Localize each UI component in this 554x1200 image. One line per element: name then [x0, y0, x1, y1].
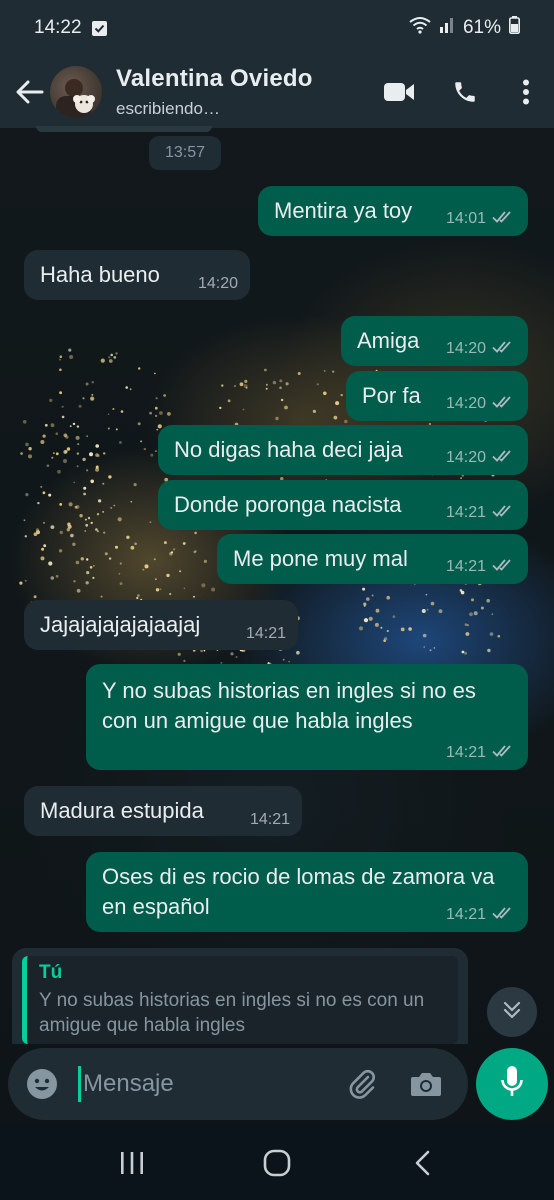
contact-status: escribiendo…: [116, 99, 220, 118]
mic-button[interactable]: [476, 1048, 548, 1120]
read-ticks-icon: [492, 449, 516, 467]
time-chip: 13:57: [149, 136, 221, 170]
message-time: 14:20: [445, 340, 486, 357]
text-caret: [78, 1066, 81, 1102]
message-bubble-outgoing[interactable]: Me pone muy mal 14:21: [217, 534, 528, 584]
phone-call-icon[interactable]: [432, 62, 498, 122]
message-text: Amiga: [357, 328, 420, 353]
double-chevron-down-icon: [501, 999, 523, 1026]
avatar[interactable]: [50, 66, 102, 118]
message-text: Donde poronga nacista: [174, 492, 402, 517]
message-text: Mentira ya toy: [274, 198, 413, 223]
message-time: 14:20: [445, 449, 486, 466]
message-time: 14:21: [249, 811, 290, 828]
contact-info[interactable]: Valentina Oviedo escribiendo…: [116, 65, 313, 119]
message-time: 14:21: [445, 744, 486, 761]
message-text: Me pone muy mal: [233, 546, 408, 571]
chat-header: Valentina Oviedo escribiendo…: [0, 56, 554, 128]
message-bubble-outgoing[interactable]: Donde poronga nacista 14:21: [158, 480, 528, 530]
message-text: Jajajajajajajaajaj: [40, 612, 201, 637]
message-text: Haha bueno: [40, 262, 160, 287]
message-bubble-incoming[interactable]: Jajajajajajajaajaj 14:21: [24, 600, 298, 650]
read-ticks-icon: [492, 906, 516, 924]
message-bubble-outgoing[interactable]: Mentira ya toy 14:01: [258, 186, 528, 236]
system-nav-bar: [0, 1126, 554, 1200]
mic-icon: [500, 1065, 524, 1104]
status-bar: 14:22 61%: [0, 0, 554, 56]
attach-icon[interactable]: [336, 1058, 388, 1110]
message-bubble-outgoing[interactable]: Oses di es rocio de lomas de zamora va e…: [86, 852, 528, 932]
message-time: 14:21: [245, 625, 286, 642]
notification-check-icon: [91, 20, 107, 36]
message-text: Oses di es rocio de lomas de zamora va e…: [102, 864, 495, 919]
message-text: Madura estupida: [40, 798, 204, 823]
message-time: 14:20: [197, 275, 238, 292]
message-composer: [8, 1048, 468, 1120]
read-ticks-icon: [492, 744, 516, 762]
video-call-icon[interactable]: [366, 62, 432, 122]
camera-icon[interactable]: [400, 1058, 452, 1110]
read-ticks-icon: [492, 558, 516, 576]
back-nav-icon[interactable]: [382, 1133, 462, 1193]
battery-icon: [509, 16, 520, 40]
recent-apps-icon[interactable]: [92, 1133, 172, 1193]
more-options-icon[interactable]: [498, 62, 554, 122]
message-input[interactable]: [83, 1070, 333, 1098]
read-ticks-icon: [492, 504, 516, 522]
message-time: 14:21: [445, 558, 486, 575]
message-time: 14:21: [445, 906, 486, 923]
message-bubble-outgoing[interactable]: Y no subas historias en ingles si no es …: [86, 664, 528, 770]
previous-media-fragment: [36, 126, 212, 132]
read-ticks-icon: [492, 340, 516, 358]
battery-level: 61%: [462, 17, 501, 38]
message-text: No digas haha deci jaja: [174, 437, 403, 462]
message-bubble-incoming[interactable]: Madura estupida 14:21: [24, 786, 302, 836]
read-ticks-icon: [492, 210, 516, 228]
wifi-icon: [409, 16, 431, 40]
message-bubble-outgoing[interactable]: Amiga 14:20: [341, 316, 528, 366]
read-ticks-icon: [492, 395, 516, 413]
message-bubble-outgoing[interactable]: Por fa 14:20: [346, 371, 528, 421]
contact-name: Valentina Oviedo: [116, 65, 313, 92]
signal-icon: [439, 17, 455, 39]
reply-author: Tú: [39, 962, 63, 983]
message-time: 14:21: [445, 504, 486, 521]
scroll-to-bottom-button[interactable]: [487, 987, 537, 1037]
reply-text: Y no subas historias en ingles si no es …: [39, 990, 425, 1036]
message-text: Por fa: [362, 383, 421, 408]
message-text: Y no subas historias en ingles si no es …: [102, 678, 476, 733]
emoji-icon[interactable]: [24, 1066, 60, 1102]
home-icon[interactable]: [237, 1133, 317, 1193]
message-time: 14:01: [445, 210, 486, 227]
back-arrow-icon[interactable]: [4, 62, 56, 122]
message-bubble-outgoing[interactable]: No digas haha deci jaja 14:20: [158, 425, 528, 475]
status-time: 14:22: [34, 17, 82, 38]
message-bubble-incoming[interactable]: Haha bueno 14:20: [24, 250, 250, 300]
message-time: 14:20: [445, 395, 486, 412]
reply-preview[interactable]: Tú Y no subas historias en ingles si no …: [12, 948, 468, 1044]
